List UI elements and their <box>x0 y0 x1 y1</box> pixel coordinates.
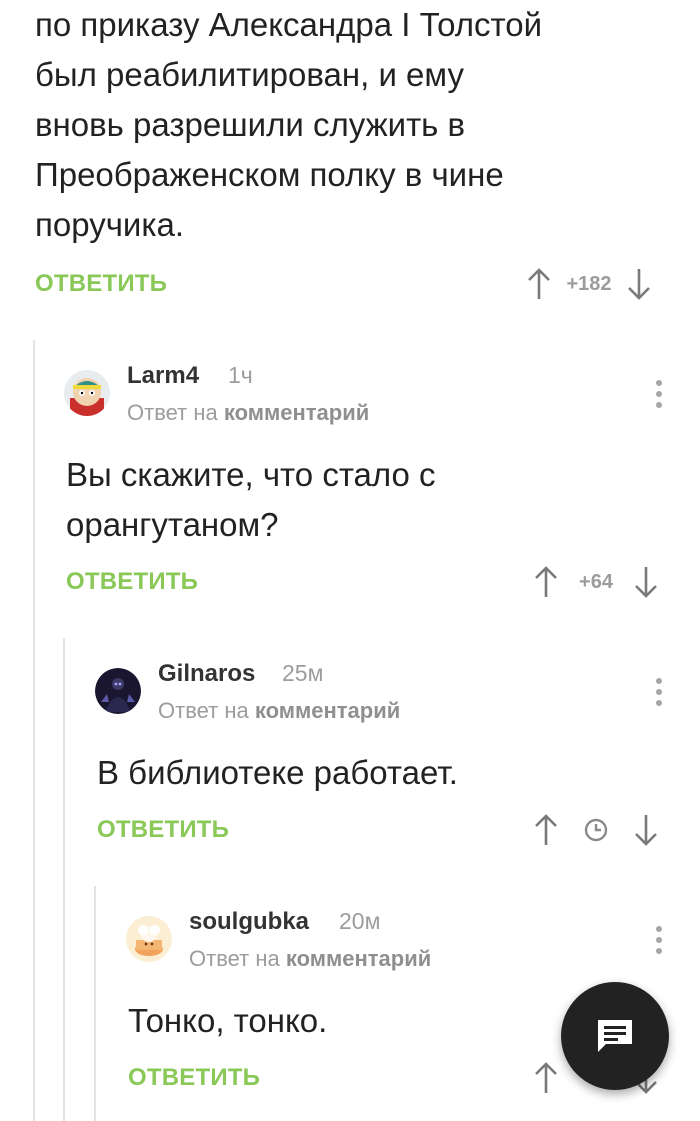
gilnaros-avatar[interactable] <box>95 668 141 714</box>
upvote-arrow-icon[interactable] <box>532 564 560 600</box>
larm4-vote-block: +64 <box>532 564 660 600</box>
larm4-comment-text: Вы скажите, что стало с орангутаном? <box>66 456 436 543</box>
root-score: +182 <box>566 272 612 295</box>
larm4-more-icon[interactable] <box>649 376 669 412</box>
clock-icon <box>560 817 632 843</box>
root-reply-button[interactable]: ОТВЕТИТЬ <box>35 270 167 298</box>
gilnaros-author-name[interactable]: Gilnaros <box>158 660 255 688</box>
gilnaros-reply-to: Ответ на комментарий <box>158 698 401 723</box>
comment-icon <box>594 1016 636 1056</box>
gilnaros-more-icon[interactable] <box>649 674 669 710</box>
soulgubka-comment-text: Тонко, тонко. <box>128 1002 328 1039</box>
gilnaros-vote-block <box>532 812 660 848</box>
upvote-arrow-icon[interactable] <box>532 812 560 848</box>
write-comment-button[interactable] <box>561 982 669 1090</box>
gilnaros-timestamp: 25м <box>282 660 324 686</box>
root-comment-text: по приказу Александра I Толстой был реаб… <box>35 6 543 243</box>
soulgubka-author-name[interactable]: soulgubka <box>189 908 309 936</box>
gilnaros-reply-button[interactable]: ОТВЕТИТЬ <box>97 816 229 844</box>
downvote-arrow-icon[interactable] <box>632 564 660 600</box>
thread-line-level-2 <box>63 638 65 1121</box>
upvote-arrow-icon[interactable] <box>532 1060 560 1096</box>
soulgubka-more-icon[interactable] <box>649 922 669 958</box>
larm4-score: +64 <box>579 570 613 593</box>
larm4-parent-link[interactable]: комментарий <box>224 400 369 425</box>
larm4-reply-to: Ответ на комментарий <box>127 400 370 425</box>
soulgubka-timestamp: 20м <box>339 908 381 934</box>
larm4-timestamp: 1ч <box>228 362 253 388</box>
gilnaros-comment-text: В библиотеке работает. <box>97 754 458 791</box>
larm4-author-name[interactable]: Larm4 <box>127 362 199 390</box>
soulgubka-reply-to: Ответ на комментарий <box>189 946 432 971</box>
upvote-arrow-icon[interactable] <box>525 266 553 302</box>
root-vote-block: +182 <box>525 266 653 302</box>
thread-line-level-3 <box>94 886 96 1121</box>
gilnaros-parent-link[interactable]: комментарий <box>255 698 400 723</box>
soulgubka-reply-button[interactable]: ОТВЕТИТЬ <box>128 1064 260 1092</box>
downvote-arrow-icon[interactable] <box>632 812 660 848</box>
downvote-arrow-icon[interactable] <box>625 266 653 302</box>
soulgubka-parent-link[interactable]: комментарий <box>286 946 431 971</box>
soulgubka-avatar[interactable] <box>126 916 172 962</box>
thread-line-level-1 <box>33 340 35 1121</box>
larm4-avatar[interactable] <box>64 370 110 416</box>
larm4-reply-button[interactable]: ОТВЕТИТЬ <box>66 568 198 596</box>
